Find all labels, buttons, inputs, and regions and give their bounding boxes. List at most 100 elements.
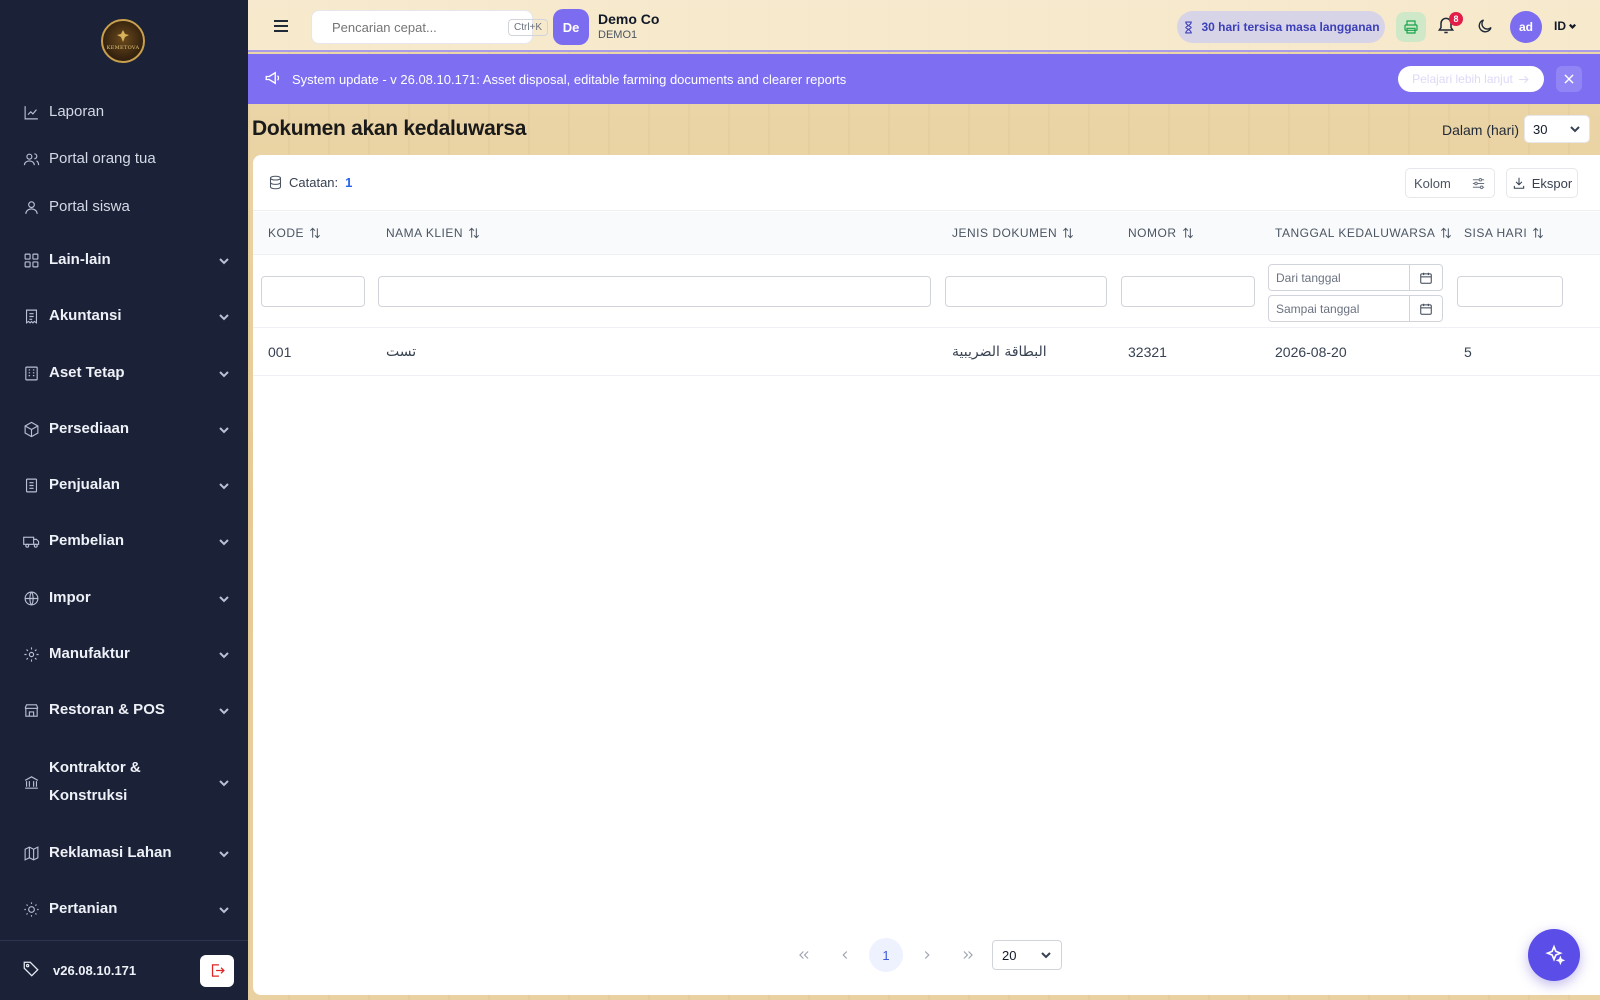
notification-count-badge: 8 — [1449, 12, 1463, 26]
filter-jenis-dokumen-input[interactable] — [945, 276, 1107, 307]
sliders-icon — [1472, 177, 1485, 189]
sidebar-item-label: Persediaan — [49, 420, 130, 437]
sidebar-group-pembelian[interactable]: Pembelian — [22, 523, 230, 559]
chevron-down-icon — [218, 847, 230, 859]
sidebar-footer: v26.08.10.171 — [0, 940, 248, 1000]
sidebar-group-aset-tetap[interactable]: Aset Tetap — [22, 355, 230, 391]
chevron-down-icon — [218, 535, 230, 547]
column-header-label: NAMA KLIEN — [386, 226, 464, 240]
filter-date-to[interactable]: Sampai tanggal — [1268, 295, 1443, 322]
ai-assistant-button[interactable] — [1528, 929, 1580, 981]
company-code: DEMO1 — [598, 29, 638, 41]
page-button-current[interactable]: 1 — [869, 938, 903, 972]
days-select-value: 30 — [1533, 121, 1548, 137]
sidebar-item-label: Reklamasi Lahan — [49, 844, 172, 861]
user-icon — [22, 198, 40, 216]
arrow-right-icon — [1519, 75, 1529, 83]
prev-page-button[interactable] — [828, 938, 862, 972]
column-header-nomor[interactable]: NOMOR — [1128, 226, 1195, 240]
filter-nama-klien-input[interactable] — [378, 276, 931, 307]
column-header-jenis-dokumen[interactable]: JENIS DOKUMEN — [952, 226, 1075, 240]
database-icon — [269, 175, 282, 190]
sidebar-item-portal-orang-tua[interactable]: Portal orang tua — [22, 141, 230, 177]
language-selector[interactable]: ID — [1554, 19, 1577, 33]
tag-icon — [22, 960, 40, 981]
version-label: v26.08.10.171 — [53, 963, 137, 978]
filter-date-from[interactable]: Dari tanggal — [1268, 264, 1443, 291]
building-icon — [22, 364, 40, 382]
sidebar-item-portal-siswa[interactable]: Portal siswa — [22, 189, 230, 225]
next-page-button[interactable] — [910, 938, 944, 972]
banner-close-button[interactable] — [1556, 66, 1582, 92]
cell-nama-klien: تست — [386, 344, 417, 360]
days-select[interactable]: 30 — [1524, 115, 1590, 143]
sidebar-group-penjualan[interactable]: Penjualan — [22, 467, 230, 503]
page-size-select[interactable]: 20 — [992, 940, 1062, 970]
sidebar-group-kontraktor-konstruksi[interactable]: Kontraktor & Konstruksi — [22, 752, 230, 812]
quick-search[interactable]: Ctrl+K — [311, 10, 549, 44]
sidebar-item-label: Akuntansi — [49, 307, 122, 324]
system-update-banner: System update - v 26.08.10.171: Asset di… — [248, 54, 1600, 104]
sidebar-group-impor[interactable]: Impor — [22, 580, 230, 616]
first-page-button[interactable] — [787, 938, 821, 972]
truck-icon — [22, 532, 40, 550]
subscription-badge[interactable]: 30 hari tersisa masa langganan — [1177, 11, 1385, 43]
chevron-down-icon — [218, 479, 230, 491]
chevron-down-icon — [218, 776, 230, 788]
sidebar-item-laporan[interactable]: Laporan — [22, 94, 230, 130]
company-avatar[interactable]: De — [553, 9, 589, 45]
calendar-icon[interactable] — [1409, 296, 1442, 321]
search-input[interactable] — [332, 19, 508, 35]
filter-sisa-hari-input[interactable] — [1457, 276, 1563, 307]
chevron-right-icon — [924, 951, 930, 959]
globe-icon — [22, 589, 40, 607]
table-row[interactable]: 001 تست البطاقة الضريبية 32321 2026-08-2… — [253, 329, 1600, 376]
column-header-nama-klien[interactable]: NAMA KLIEN — [386, 226, 481, 240]
columns-button[interactable]: Kolom — [1405, 168, 1495, 198]
dark-mode-toggle[interactable] — [1476, 17, 1496, 37]
chevron-down-icon — [218, 254, 230, 266]
chevron-down-icon — [218, 367, 230, 379]
company-logo[interactable]: KEMETOVA — [101, 19, 145, 63]
last-page-button[interactable] — [951, 938, 985, 972]
invoice-icon — [22, 476, 40, 494]
calendar-icon[interactable] — [1409, 265, 1442, 290]
sidebar-item-label: Portal orang tua — [49, 150, 156, 167]
chevron-down-icon — [1570, 126, 1580, 133]
chevrons-right-icon — [963, 951, 973, 959]
logout-icon — [211, 964, 225, 977]
column-header-label: KODE — [268, 226, 305, 240]
logo-emblem-icon — [117, 30, 129, 42]
cell-nomor: 32321 — [1128, 344, 1167, 360]
sidebar-item-label: Portal siswa — [49, 198, 130, 215]
chevron-left-icon — [842, 951, 848, 959]
sidebar-group-akuntansi[interactable]: Akuntansi — [22, 298, 230, 334]
sidebar-group-restoran-pos[interactable]: Restoran & POS — [22, 692, 230, 728]
sidebar-group-persediaan[interactable]: Persediaan — [22, 411, 230, 447]
menu-toggle-icon[interactable] — [271, 16, 291, 36]
sort-icon — [1063, 227, 1074, 239]
filter-nomor-input[interactable] — [1121, 276, 1255, 307]
sidebar-group-manufaktur[interactable]: Manufaktur — [22, 636, 230, 672]
column-header-tanggal-kedaluwarsa[interactable]: TANGGAL KEDALUWARSA — [1275, 226, 1453, 240]
days-filter-label: Dalam (hari) — [1442, 122, 1520, 138]
store-icon — [22, 701, 40, 719]
user-avatar[interactable]: ad — [1510, 11, 1542, 43]
sidebar-group-lain-lain[interactable]: Lain-lain — [22, 242, 230, 278]
column-header-label: NOMOR — [1128, 226, 1177, 240]
records-count: Catatan: 1 — [268, 175, 352, 190]
table-header: KODE NAMA KLIEN JENIS DOKUMEN NOMOR TANG… — [253, 212, 1600, 255]
sidebar: KEMETOVA Laporan Portal orang tua Portal… — [0, 0, 248, 1000]
sidebar-group-reklamasi-lahan[interactable]: Reklamasi Lahan — [22, 835, 230, 871]
export-button[interactable]: Ekspor — [1506, 168, 1578, 198]
sort-icon — [1182, 227, 1193, 239]
column-header-sisa-hari[interactable]: SISA HARI — [1464, 226, 1545, 240]
column-header-kode[interactable]: KODE — [268, 226, 322, 240]
print-button[interactable] — [1396, 12, 1426, 42]
filter-kode-input[interactable] — [261, 276, 365, 307]
documents-table-card: Catatan: 1 Kolom Ekspor KODE NAMA KLIEN … — [253, 155, 1600, 995]
company-name[interactable]: Demo Co — [598, 11, 659, 27]
logout-button[interactable] — [200, 954, 234, 987]
sidebar-group-pertanian[interactable]: Pertanian — [22, 891, 230, 927]
learn-more-button[interactable]: Pelajari lebih lanjut — [1398, 66, 1544, 92]
